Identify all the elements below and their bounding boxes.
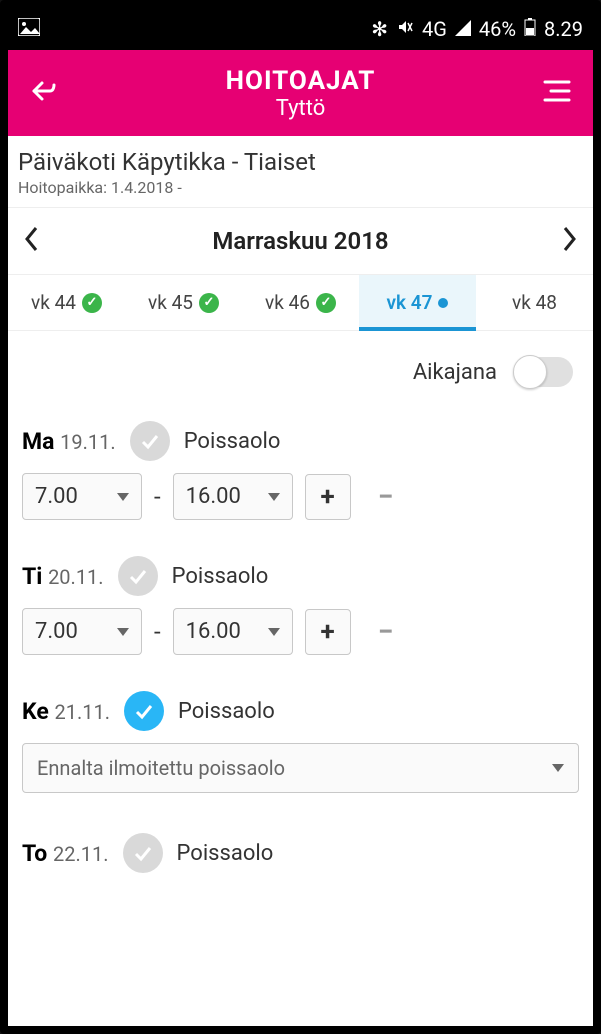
location-block: Päiväkoti Käpytikka - Tiaiset Hoitopaikk… (8, 136, 593, 208)
week-tab-label: vk 44 (31, 291, 76, 314)
absent-label: Poissaolo (184, 429, 281, 454)
caret-down-icon (268, 493, 280, 501)
start-time-select[interactable]: 7.00 (22, 473, 142, 520)
day-thu: To 22.11. Poissaolo (8, 815, 593, 891)
bluetooth-icon: ✻ (371, 17, 388, 41)
absent-toggle[interactable] (123, 833, 163, 873)
absent-toggle[interactable] (118, 556, 158, 596)
start-time-value: 7.00 (35, 484, 78, 509)
location-sub: Hoitopaikka: 1.4.2018 - (18, 178, 583, 197)
image-icon (18, 17, 40, 41)
check-icon: ✓ (82, 293, 102, 313)
week-tab-label: vk 47 (387, 291, 433, 314)
day-label: Ke 21.11. (22, 698, 110, 725)
week-tab-label: vk 48 (512, 291, 557, 314)
timeline-toggle[interactable] (515, 357, 573, 387)
day-wed: Ke 21.11. Poissaolo Ennalta ilmoitettu p… (8, 673, 593, 799)
toggle-knob (513, 355, 547, 389)
next-month-button[interactable] (561, 226, 577, 256)
day-label: To 22.11. (22, 840, 109, 867)
absent-toggle[interactable] (124, 691, 164, 731)
add-time-button[interactable]: + (305, 474, 351, 520)
caret-down-icon (117, 493, 129, 501)
month-navigator: Marraskuu 2018 (8, 208, 593, 275)
battery-icon (524, 17, 536, 41)
back-button[interactable] (28, 75, 60, 111)
absent-label: Poissaolo (177, 841, 274, 866)
end-time-value: 16.00 (186, 619, 241, 644)
day-label: Ti 20.11. (22, 563, 104, 590)
remove-time-button[interactable]: − (363, 609, 409, 655)
week-tab-48[interactable]: vk 48 (476, 275, 593, 330)
caret-down-icon (117, 628, 129, 636)
menu-button[interactable] (541, 78, 573, 108)
check-icon: ✓ (316, 293, 336, 313)
signal-icon (455, 17, 471, 41)
end-time-value: 16.00 (186, 484, 241, 509)
absent-label: Poissaolo (172, 564, 269, 589)
week-tab-44[interactable]: vk 44 ✓ (8, 275, 125, 330)
app-header: HOITOAJAT Tyttö (8, 50, 593, 136)
week-tab-45[interactable]: vk 45 ✓ (125, 275, 242, 330)
page-title: HOITOAJAT (60, 66, 541, 96)
timeline-label: Aikajana (413, 360, 497, 385)
dash-separator: - (154, 618, 161, 646)
caret-down-icon (268, 628, 280, 636)
dash-separator: - (154, 483, 161, 511)
start-time-select[interactable]: 7.00 (22, 608, 142, 655)
active-dot-icon (438, 298, 448, 308)
prev-month-button[interactable] (24, 226, 40, 256)
day-label: Ma 19.11. (22, 428, 116, 455)
remove-time-button[interactable]: − (363, 474, 409, 520)
status-bar: ✻ 4G 46% 8.29 (8, 8, 593, 50)
clock: 8.29 (544, 17, 583, 41)
absent-toggle[interactable] (130, 421, 170, 461)
day-mon: Ma 19.11. Poissaolo 7.00 - 16.00 + (8, 403, 593, 526)
absence-reason-select[interactable]: Ennalta ilmoitettu poissaolo (22, 743, 579, 793)
week-tab-label: vk 46 (265, 291, 310, 314)
battery-percent: 46% (479, 17, 516, 41)
end-time-select[interactable]: 16.00 (173, 608, 293, 655)
week-tab-label: vk 45 (148, 291, 193, 314)
absent-label: Poissaolo (178, 699, 275, 724)
start-time-value: 7.00 (35, 619, 78, 644)
add-time-button[interactable]: + (305, 609, 351, 655)
absence-reason-value: Ennalta ilmoitettu poissaolo (37, 756, 285, 780)
day-tue: Ti 20.11. Poissaolo 7.00 - 16.00 + (8, 538, 593, 661)
end-time-select[interactable]: 16.00 (173, 473, 293, 520)
caret-down-icon (552, 764, 564, 772)
week-tab-47[interactable]: vk 47 (359, 275, 476, 330)
network-type: 4G (422, 17, 447, 41)
check-icon: ✓ (199, 293, 219, 313)
week-tab-46[interactable]: vk 46 ✓ (242, 275, 359, 330)
location-name: Päiväkoti Käpytikka - Tiaiset (18, 148, 583, 176)
week-tabs: vk 44 ✓ vk 45 ✓ vk 46 ✓ vk 47 vk 48 (8, 275, 593, 331)
month-label: Marraskuu 2018 (212, 227, 388, 255)
mute-icon (396, 17, 414, 41)
page-subtitle: Tyttö (60, 96, 541, 121)
